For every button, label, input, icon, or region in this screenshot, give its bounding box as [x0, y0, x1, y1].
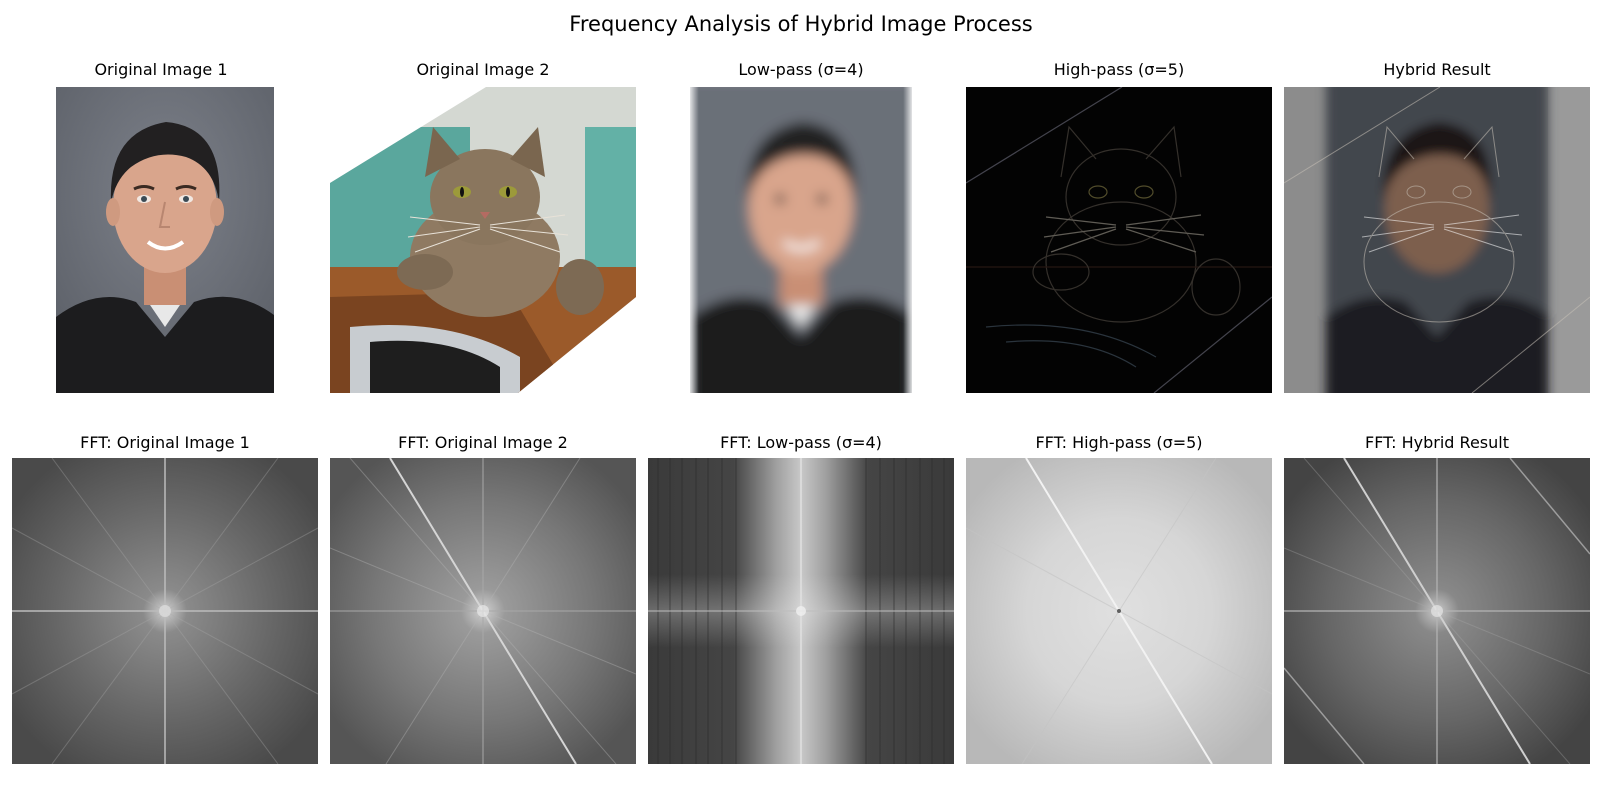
high-pass-image — [966, 87, 1272, 393]
hybrid-result-image — [1284, 87, 1590, 393]
title-low-pass: Low-pass (σ=4) — [738, 60, 864, 79]
fft-high-pass — [966, 458, 1272, 764]
title-high-pass: High-pass (σ=5) — [1053, 60, 1185, 79]
title-hybrid-result: Hybrid Result — [1383, 60, 1491, 79]
title-original-image-2: Original Image 2 — [416, 60, 550, 79]
fft-hybrid-result — [1284, 458, 1590, 764]
fft-original-image-1 — [12, 458, 318, 764]
figure-title: Frequency Analysis of Hybrid Image Proce… — [569, 12, 1033, 36]
fft-low-pass — [648, 458, 954, 764]
title-fft-high-pass: FFT: High-pass (σ=5) — [1035, 433, 1203, 452]
low-pass-image — [690, 87, 912, 393]
fft-original-image-2 — [330, 458, 636, 764]
original-image-1 — [56, 87, 274, 393]
original-image-2 — [330, 87, 636, 393]
title-fft-original-image-1: FFT: Original Image 1 — [80, 433, 250, 452]
title-fft-original-image-2: FFT: Original Image 2 — [398, 433, 568, 452]
title-fft-low-pass: FFT: Low-pass (σ=4) — [720, 433, 882, 452]
title-fft-hybrid-result: FFT: Hybrid Result — [1365, 433, 1509, 452]
title-original-image-1: Original Image 1 — [94, 60, 228, 79]
